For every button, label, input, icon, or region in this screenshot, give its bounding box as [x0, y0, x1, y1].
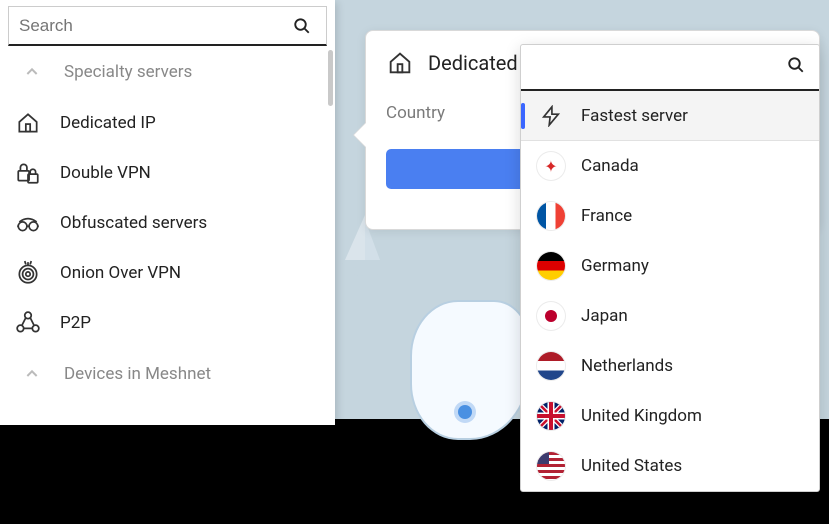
dropdown-item-fastest[interactable]: Fastest server: [521, 91, 819, 141]
sidebar-item-label: Double VPN: [60, 163, 151, 183]
dropdown-item-netherlands[interactable]: Netherlands: [521, 341, 819, 391]
sidebar-item-label: P2P: [60, 313, 91, 333]
flag-nl-icon: [537, 352, 565, 380]
dropdown-item-label: United States: [581, 456, 682, 476]
section-label: Devices in Meshnet: [64, 364, 211, 384]
p2p-icon: [14, 309, 42, 337]
section-label: Specialty servers: [64, 62, 192, 82]
panel-pointer: [354, 123, 366, 147]
search-icon[interactable]: [787, 56, 805, 78]
search-input[interactable]: [19, 16, 288, 36]
flag-de-icon: [537, 252, 565, 280]
flag-jp-icon: [537, 302, 565, 330]
dropdown-item-label: Netherlands: [581, 356, 673, 376]
house-icon: [386, 49, 414, 77]
sidebar-item-onion[interactable]: Onion Over VPN: [0, 248, 335, 298]
sidebar-item-label: Obfuscated servers: [60, 213, 207, 233]
flag-fr-icon: [537, 202, 565, 230]
dropdown-item-label: Fastest server: [581, 106, 688, 126]
country-label: Country: [386, 103, 445, 123]
house-icon: [14, 109, 42, 137]
onion-icon: [14, 259, 42, 287]
double-lock-icon: [14, 159, 42, 187]
sidebar-item-label: Onion Over VPN: [60, 263, 181, 283]
dropdown-item-canada[interactable]: ✦ Canada: [521, 141, 819, 191]
sidebar-item-p2p[interactable]: P2P: [0, 298, 335, 348]
goggles-icon: [14, 209, 42, 237]
search-icon[interactable]: [288, 12, 316, 40]
chevron-up-icon: [18, 360, 46, 388]
dropdown-item-france[interactable]: France: [521, 191, 819, 241]
flag-us-icon: [537, 452, 565, 480]
section-specialty-servers[interactable]: Specialty servers: [0, 46, 335, 98]
map-landmass: [410, 300, 530, 440]
sidebar-item-double-vpn[interactable]: Double VPN: [0, 148, 335, 198]
dropdown-item-label: France: [581, 206, 632, 226]
dropdown-item-label: United Kingdom: [581, 406, 702, 426]
dropdown-item-us[interactable]: United States: [521, 441, 819, 491]
flag-ca-icon: ✦: [537, 152, 565, 180]
sidebar-item-obfuscated[interactable]: Obfuscated servers: [0, 198, 335, 248]
scrollbar-thumb[interactable]: [328, 50, 333, 106]
connect-button[interactable]: [386, 149, 541, 189]
dropdown-item-uk[interactable]: United Kingdom: [521, 391, 819, 441]
dropdown-item-germany[interactable]: Germany: [521, 241, 819, 291]
lightning-icon: [537, 102, 565, 130]
flag-uk-icon: [537, 402, 565, 430]
search-box[interactable]: [8, 6, 327, 46]
dropdown-item-label: Canada: [581, 156, 639, 176]
dropdown-item-label: Japan: [581, 306, 628, 326]
country-dropdown: Fastest server ✦ Canada France Germany J…: [520, 44, 820, 492]
dropdown-search[interactable]: [521, 45, 819, 91]
section-meshnet[interactable]: Devices in Meshnet: [0, 348, 335, 400]
chevron-up-icon: [18, 58, 46, 86]
sidebar-item-dedicated-ip[interactable]: Dedicated IP: [0, 98, 335, 148]
sidebar-item-label: Dedicated IP: [60, 113, 156, 133]
dropdown-item-japan[interactable]: Japan: [521, 291, 819, 341]
sidebar-panel: Specialty servers Dedicated IP Double VP…: [0, 0, 335, 425]
dropdown-item-label: Germany: [581, 256, 649, 276]
map-location-dot[interactable]: [458, 405, 472, 419]
